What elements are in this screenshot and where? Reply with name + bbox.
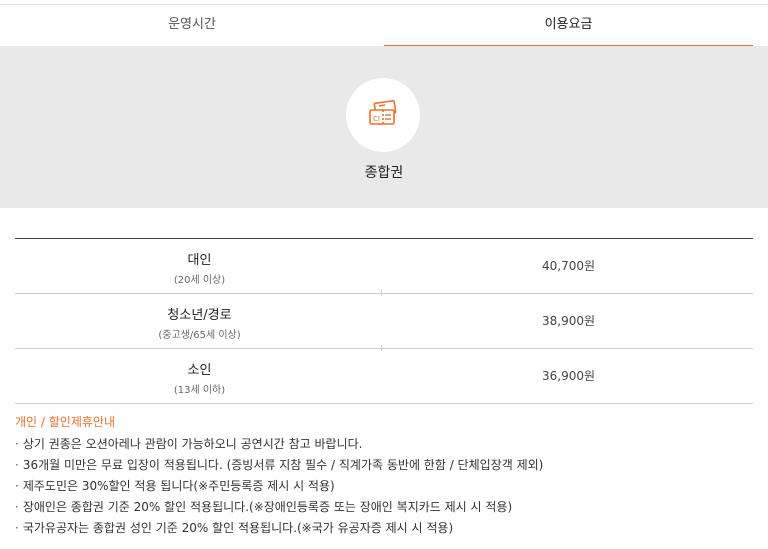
price-row: 청소년/경로 (중고생/65세 이상) 38,900원 bbox=[15, 294, 753, 351]
ticket-hero: CI 종합권 bbox=[0, 46, 768, 208]
hero-title: 종합권 bbox=[364, 165, 404, 181]
list-item: · 제주도민은 30%할인 적용 됩니다(※주민등록증 제시 시 적용) bbox=[15, 479, 335, 493]
bullet-icon: · bbox=[15, 500, 19, 514]
list-item: · 장애인은 종합권 기준 20% 할인 적용됩니다.(※장애인등록증 또는 장애… bbox=[15, 500, 513, 514]
bullet-icon: · bbox=[15, 521, 19, 535]
price-category: 청소년/경로 bbox=[167, 308, 232, 323]
notice-list: · 상기 권종은 오션아레나 관람이 가능하오니 공연시간 참고 바랍니다. · 3… bbox=[15, 434, 755, 539]
list-item: · 국가유공자는 종합권 성인 기준 20% 할인 적용됩니다.(※국가 유공자증… bbox=[15, 521, 454, 535]
discount-notice: 개인 / 할인제휴안내 · 상기 권종은 오션아레나 관람이 가능하오니 공연시간… bbox=[15, 413, 755, 539]
price-table: 대인 (20세 이상) 40,700원 청소년/경로 (중고생/65세 이상) … bbox=[15, 238, 753, 404]
tab-fees[interactable]: 이용요금 bbox=[384, 5, 753, 47]
price-category-note: (13세 이하) bbox=[173, 385, 226, 396]
notice-title: 개인 / 할인제휴안내 bbox=[15, 415, 115, 429]
price-category: 대인 bbox=[187, 253, 212, 268]
list-item: · 상기 권종은 오션아레나 관람이 가능하오니 공연시간 참고 바랍니다. bbox=[15, 437, 363, 451]
price-row: 소인 (13세 이하) 36,900원 bbox=[15, 349, 753, 404]
bullet-icon: · bbox=[15, 479, 19, 493]
ticket-icon-circle: CI bbox=[346, 78, 420, 152]
svg-text:CI: CI bbox=[373, 115, 380, 123]
price-row: 대인 (20세 이상) 40,700원 bbox=[15, 239, 753, 296]
price-value: 36,900원 bbox=[541, 369, 596, 383]
bullet-icon: · bbox=[15, 437, 19, 451]
price-value: 38,900원 bbox=[541, 314, 596, 328]
price-category: 소인 bbox=[187, 363, 212, 378]
price-category-note: (중고생/65세 이상) bbox=[158, 330, 241, 341]
price-value: 40,700원 bbox=[541, 259, 596, 273]
bullet-icon: · bbox=[15, 458, 19, 472]
ticket-icon: CI bbox=[369, 100, 397, 125]
tab-operating-hours[interactable]: 운영시간 bbox=[0, 5, 384, 45]
price-category-note: (20세 이상) bbox=[173, 275, 226, 286]
list-item: · 36개월 미만은 무료 입장이 적용됩니다. (증빙서류 지참 필수 / 직계… bbox=[15, 458, 544, 472]
tab-bar: 운영시간 이용요금 bbox=[0, 4, 768, 47]
